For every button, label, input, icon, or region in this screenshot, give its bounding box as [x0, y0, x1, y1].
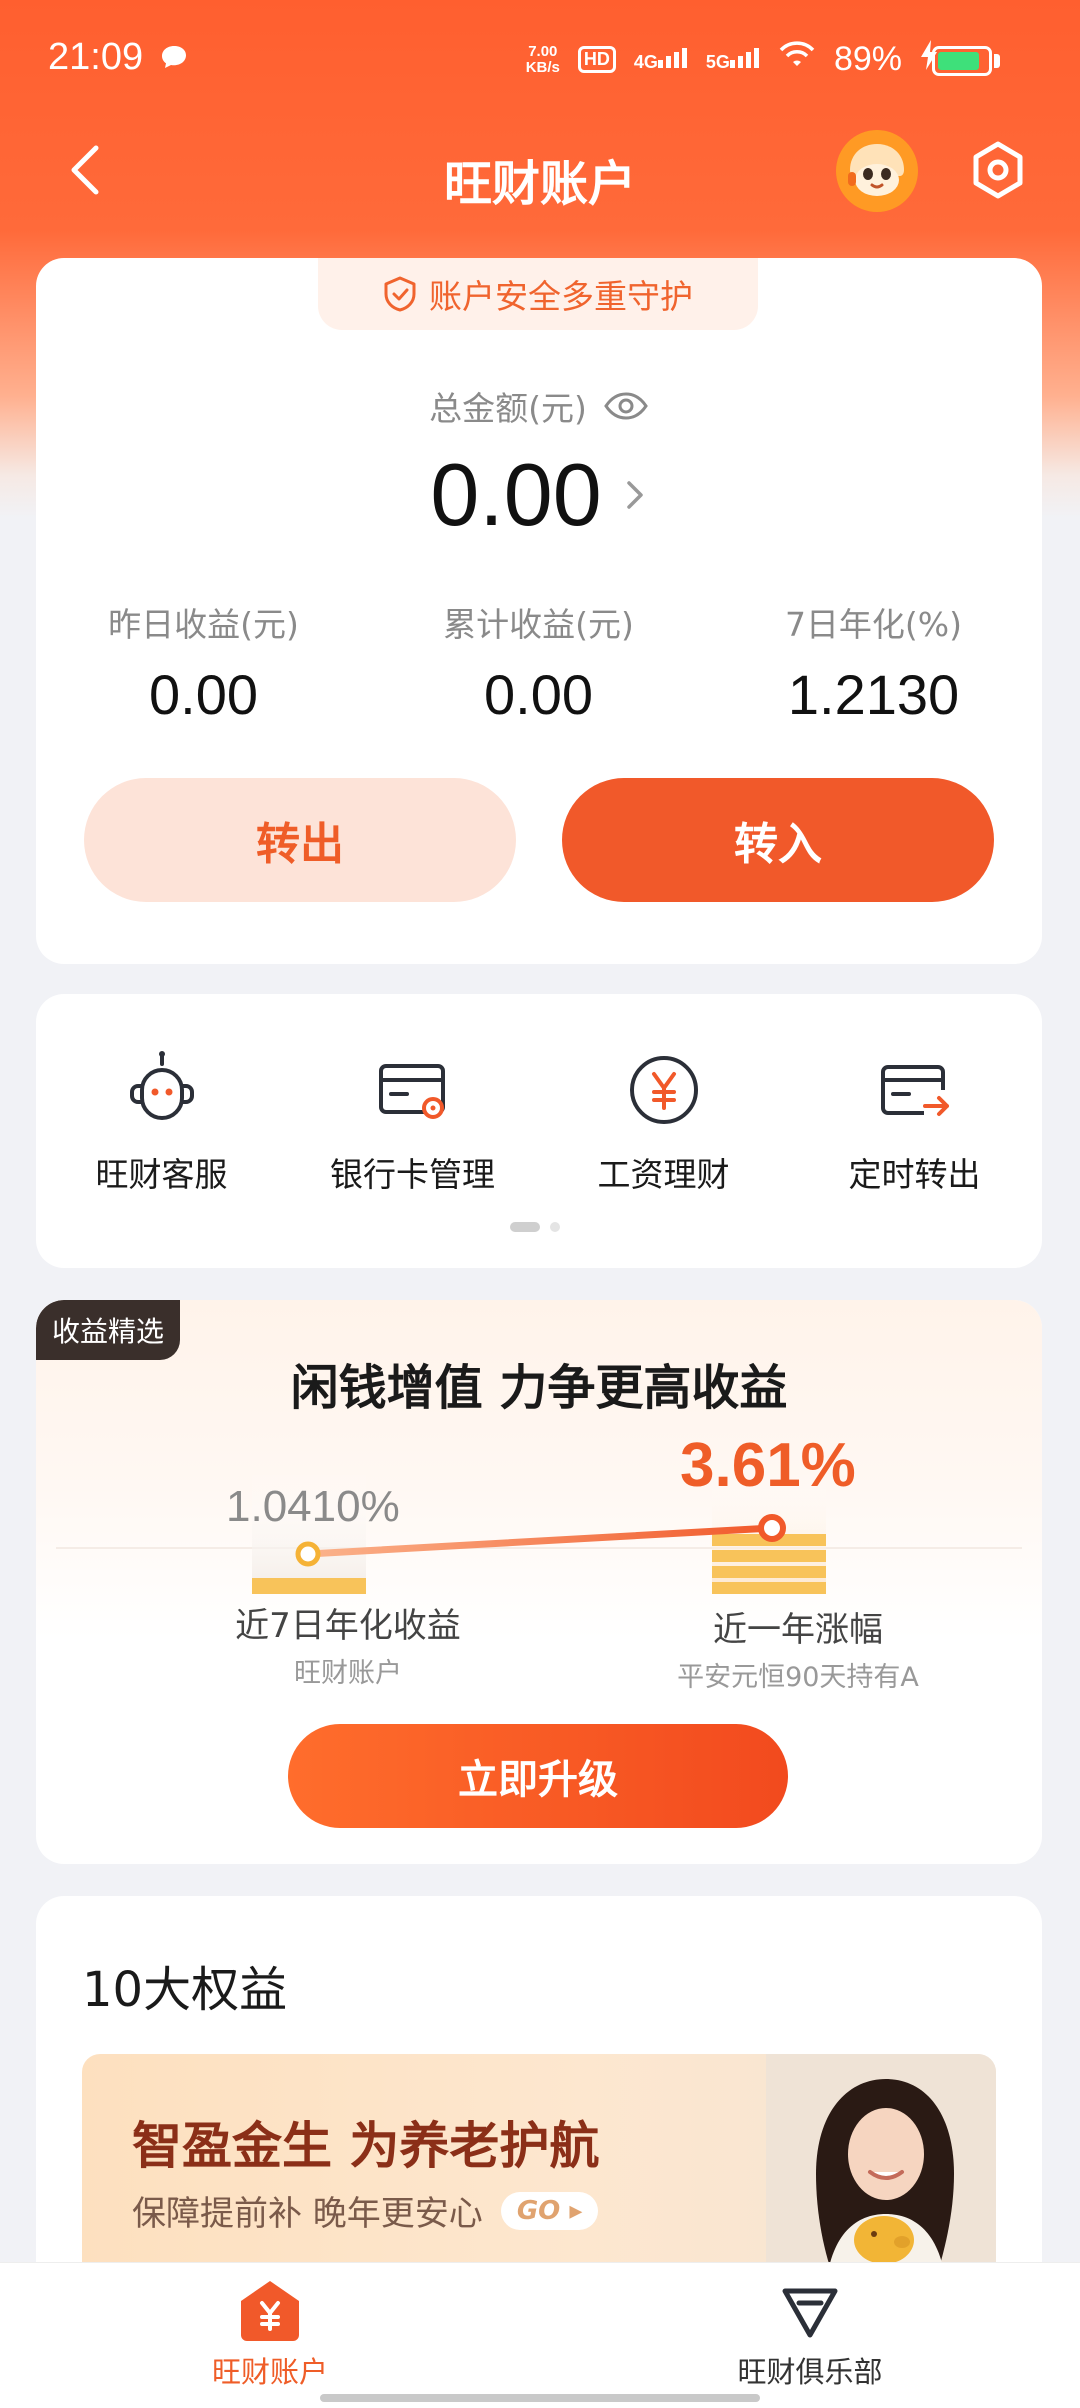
stat-value: 0.00: [484, 663, 593, 726]
battery-percent: 89%: [833, 40, 902, 78]
earnings-stats: 昨日收益(元) 0.00 累计收益(元) 0.00 7日年化(%) 1.2130: [36, 598, 1042, 727]
promo-title: 闲钱增值 力争更高收益: [290, 1360, 788, 1416]
eye-icon[interactable]: [603, 391, 649, 421]
transfer-in-button[interactable]: 转入: [562, 778, 994, 902]
customer-service-icon: [129, 1051, 194, 1120]
signal-5g-icon: 5G: [706, 46, 760, 73]
gear-icon: [973, 141, 1023, 199]
service-customer-service[interactable]: 旺财客服: [36, 1048, 287, 1196]
stat-yesterday: 昨日收益(元) 0.00: [36, 598, 371, 727]
banner-go-button[interactable]: GO ▸: [500, 2191, 599, 2230]
status-bar: 21:09 7.00 KB/s HD 4G 5G 89%: [0, 0, 1080, 120]
transfer-out-button[interactable]: 转出: [84, 778, 516, 902]
benefits-title: 10大权益: [82, 1962, 288, 2018]
message-bubble-icon: [160, 44, 188, 74]
status-indicators: 7.00 KB/s HD 4G 5G 89%: [526, 40, 938, 79]
service-label: 工资理财: [597, 1155, 730, 1194]
chevron-right-icon: [626, 481, 643, 509]
total-amount-label: 总金额(元): [429, 389, 587, 428]
yuan-coin-icon: [629, 1056, 698, 1124]
bank-card-icon: [378, 1064, 445, 1119]
nav-item-club[interactable]: 旺财俱乐部: [660, 2277, 960, 2391]
battery-icon: [932, 46, 992, 76]
nav-label: 旺财账户: [211, 2355, 328, 2389]
service-label: 旺财客服: [95, 1155, 228, 1194]
stat-label: 7日年化(%): [784, 605, 963, 644]
diamond-icon: [782, 2288, 838, 2338]
upgrade-now-button[interactable]: 立即升级: [288, 1724, 788, 1828]
page-header: 旺财账户: [0, 120, 1080, 220]
stat-7day-annualized: 7日年化(%) 1.2130: [706, 598, 1041, 727]
security-tag[interactable]: 账户安全多重守护: [318, 258, 758, 330]
nav-label: 旺财俱乐部: [737, 2355, 883, 2389]
service-label: 定时转出: [848, 1155, 981, 1194]
yield-promo-card: 收益精选 闲钱增值 力争更高收益 1.0410% 3.61% 近7日年化收益 旺…: [36, 1300, 1042, 1864]
service-label: 银行卡管理: [330, 1155, 495, 1194]
scheduled-transfer-icon: [880, 1065, 949, 1116]
hd-voice-icon: HD: [577, 46, 616, 73]
stat-label: 累计收益(元): [443, 605, 634, 644]
nav-item-account[interactable]: 旺财账户: [120, 2277, 420, 2391]
stat-cumulative: 累计收益(元) 0.00: [371, 598, 706, 727]
wifi-icon: [778, 40, 816, 79]
home-yuan-icon: [241, 2281, 299, 2341]
assistant-avatar-button[interactable]: [836, 130, 918, 212]
right-caption: 近一年涨幅 平安元恒90天持有A: [677, 1610, 919, 1693]
woman-holding-piggy-bank-image: [766, 2054, 996, 2284]
left-rate: 1.0410%: [226, 1482, 400, 1531]
service-grid: 旺财客服 银行卡管理 工资理财 定时转出: [36, 1048, 1042, 1196]
gesture-home-indicator[interactable]: [320, 2394, 760, 2402]
shield-check-icon: [384, 276, 416, 312]
stat-value: 0.00: [149, 663, 258, 726]
account-summary-card: 账户安全多重守护 总金额(元) 0.00 昨日收益(元) 0.00 累计收益(元…: [36, 258, 1042, 964]
service-bank-card[interactable]: 银行卡管理: [287, 1048, 538, 1196]
status-time: 21:09: [48, 36, 144, 78]
service-scheduled-transfer[interactable]: 定时转出: [789, 1048, 1040, 1196]
total-amount-value: 0.00: [430, 445, 602, 544]
banner-subtitle: 保障提前补 晚年更安心: [132, 2194, 483, 2234]
stat-label: 昨日收益(元): [108, 605, 299, 644]
left-caption: 近7日年化收益 旺财账户: [235, 1606, 461, 1689]
settings-button[interactable]: [966, 138, 1030, 202]
stat-value: 1.2130: [787, 663, 960, 726]
network-speed: 7.00 KB/s: [525, 42, 560, 76]
banner-title: 智盈金生 为养老护航: [132, 2117, 600, 2175]
page-title: 旺财账户: [443, 156, 636, 212]
right-rate: 3.61%: [680, 1431, 856, 1500]
total-amount-row[interactable]: 0.00: [36, 444, 1042, 546]
total-label-row: 总金额(元): [36, 382, 1042, 430]
bottom-navigation: 旺财账户 旺财俱乐部: [0, 2262, 1080, 2408]
security-tag-label: 账户安全多重守护: [429, 277, 693, 316]
service-page-indicator: [510, 1222, 560, 1232]
pension-banner[interactable]: 智盈金生 为养老护航 保障提前补 晚年更安心 GO ▸: [82, 2054, 996, 2284]
service-salary-finance[interactable]: 工资理财: [538, 1048, 789, 1196]
quick-services-card: 旺财客服 银行卡管理 工资理财 定时转出: [36, 994, 1042, 1268]
signal-4g-icon: 4G: [634, 46, 688, 73]
mascot-avatar-icon: [836, 130, 918, 212]
